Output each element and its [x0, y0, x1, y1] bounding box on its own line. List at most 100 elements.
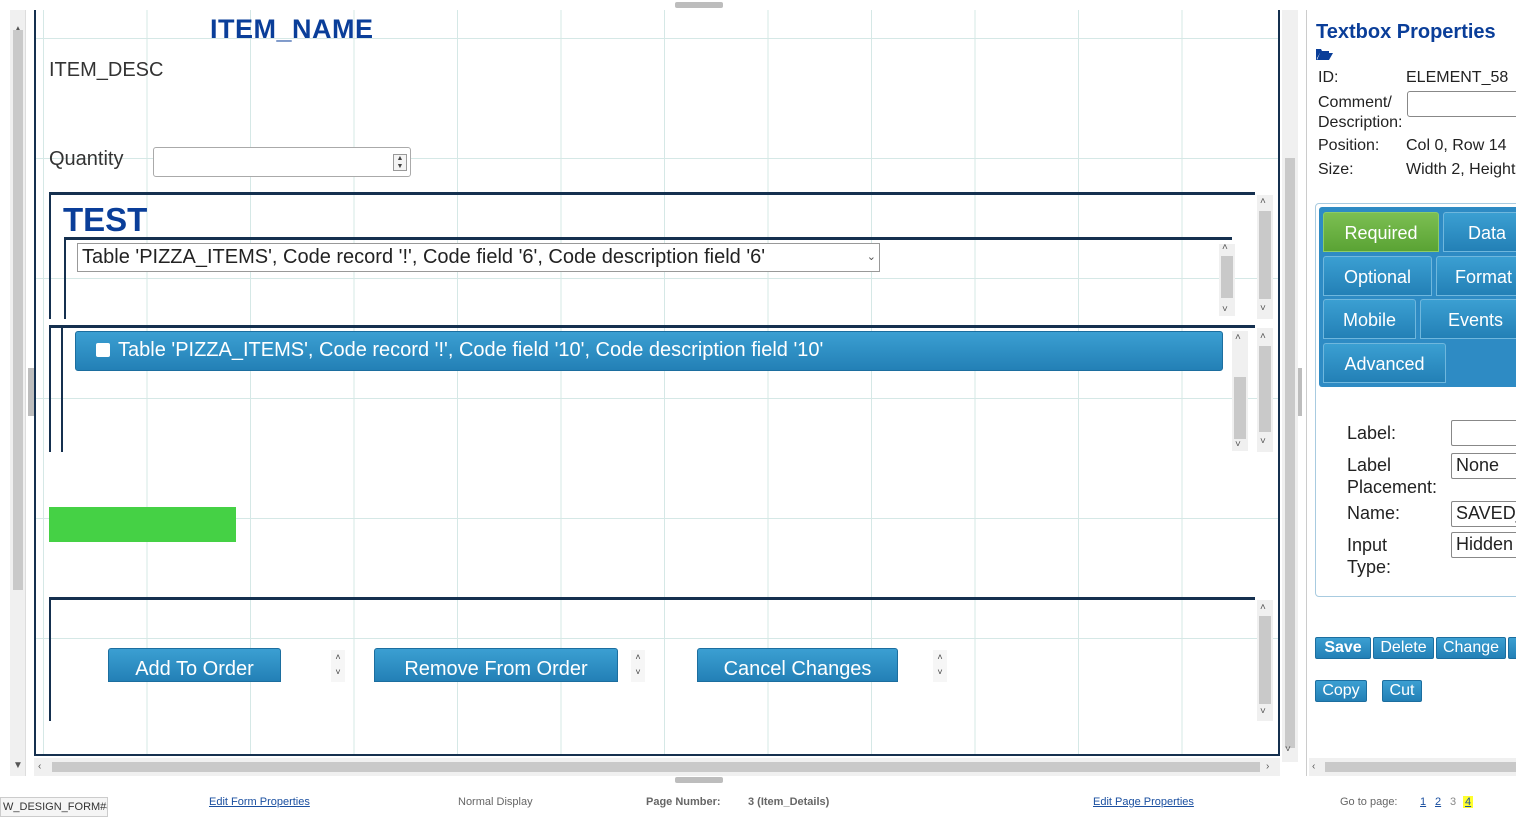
scroll-thumb[interactable] [1259, 211, 1271, 299]
copy-button[interactable]: Copy [1315, 680, 1367, 702]
status-bar: W_DESIGN_FORM#4 Edit Form Properties Nor… [0, 790, 1516, 818]
scroll-up-icon[interactable]: ˄ [1260, 331, 1266, 343]
scroll-down-icon[interactable]: ˅ [1260, 303, 1266, 315]
spinner-icon[interactable]: ˄ ˅ [631, 650, 645, 682]
quantity-label: Quantity [49, 148, 124, 170]
cut-button[interactable]: Cut [1382, 680, 1422, 702]
input-type-select[interactable]: Hidden [1451, 532, 1516, 558]
canvas-vertical-scrollbar[interactable]: ˅ [1282, 10, 1298, 762]
scroll-up-icon[interactable]: ˄ [1222, 242, 1228, 254]
scroll-thumb[interactable] [1221, 256, 1233, 298]
scroll-left-icon[interactable]: ‹ [1312, 761, 1315, 773]
scroll-thumb[interactable] [52, 762, 1260, 772]
tab-bar: Required Data Optional Format Mobile Eve… [1319, 207, 1516, 387]
position-value: Col 0, Row 14 [1406, 137, 1507, 154]
id-label: ID: [1318, 69, 1339, 86]
spinner-icon[interactable]: ˄ ˅ [331, 650, 345, 682]
scroll-thumb[interactable] [1234, 377, 1246, 439]
tab-required[interactable]: Required [1323, 212, 1439, 252]
chevron-down-icon: ⌄ [866, 251, 876, 263]
panel-scrollbar[interactable]: ˄ ˅ [1257, 600, 1273, 721]
input-type-value: Hidden [1456, 534, 1514, 554]
comment-label: Comment/ Description: [1318, 94, 1403, 131]
label-placement-value: None [1456, 455, 1500, 475]
label-field-label: Label: [1347, 423, 1397, 443]
canvas-horizontal-scrollbar[interactable]: ‹ › [34, 758, 1280, 776]
inner-scrollbar[interactable]: ˄ ˅ [1232, 331, 1248, 451]
panel-scrollbar[interactable]: ˄ ˅ [1257, 195, 1273, 319]
checklist-panel: Table 'PIZZA_ITEMS', Code record '!', Co… [49, 325, 1273, 452]
size-value: Width 2, Height [1406, 161, 1516, 178]
delete-button[interactable]: Delete [1373, 637, 1434, 659]
scroll-down-icon[interactable]: ˅ [1235, 439, 1241, 451]
page-link-2[interactable]: 2 [1435, 796, 1441, 808]
page-number-label: Page Number: [646, 796, 721, 808]
cancel-changes-button[interactable]: Cancel Changes [697, 648, 898, 682]
tab-advanced[interactable]: Advanced [1323, 343, 1446, 383]
green-status-bar[interactable] [49, 507, 236, 542]
quantity-stepper[interactable]: ▲ ▼ [153, 147, 411, 177]
comment-field[interactable] [1407, 91, 1516, 117]
scroll-down-icon[interactable]: ˅ [1222, 304, 1228, 316]
code-select-value: Table 'PIZZA_ITEMS', Code record '!', Co… [82, 246, 766, 268]
tab-data[interactable]: Data [1443, 212, 1516, 252]
scroll-thumb[interactable] [1259, 616, 1271, 704]
scroll-thumb[interactable] [13, 30, 23, 590]
scroll-thumb[interactable] [1285, 158, 1295, 748]
input-type-label: Input Type: [1347, 535, 1392, 577]
scroll-up-icon[interactable]: ˄ [1260, 602, 1266, 614]
scroll-thumb[interactable] [1259, 346, 1271, 432]
folder-open-icon[interactable] [1316, 48, 1333, 61]
tab-format[interactable]: Format [1436, 256, 1516, 296]
checkbox-icon[interactable] [96, 343, 110, 357]
save-button[interactable]: Save [1315, 637, 1371, 659]
checklist-item[interactable]: Table 'PIZZA_ITEMS', Code record '!', Co… [75, 331, 1223, 371]
edit-page-properties-link[interactable]: Edit Page Properties [1093, 796, 1194, 808]
page-link-4[interactable]: 4 [1463, 796, 1474, 808]
buttons-panel: Add To Order ˄ ˅ Remove From Order ˄ ˅ Can… [49, 597, 1273, 721]
properties-tabs: Required Data Optional Format Mobile Eve… [1315, 203, 1516, 597]
properties-horizontal-scrollbar[interactable]: ‹ [1309, 758, 1516, 776]
label-placement-select[interactable]: None [1451, 453, 1516, 479]
item-name-label: ITEM_NAME [210, 14, 374, 44]
scroll-down-icon[interactable]: ˅ [1260, 706, 1266, 718]
name-input[interactable]: SAVED_ [1451, 501, 1516, 527]
scroll-up-icon[interactable]: ˄ [1235, 332, 1241, 344]
test-panel-title: TEST [63, 201, 148, 238]
remove-from-order-button[interactable]: Remove From Order [374, 648, 618, 682]
code-select[interactable]: Table 'PIZZA_ITEMS', Code record '!', Co… [77, 243, 880, 272]
checklist-container: Table 'PIZZA_ITEMS', Code record '!', Co… [61, 328, 1248, 452]
tab-events[interactable]: Events [1420, 299, 1516, 339]
position-label: Position: [1318, 137, 1380, 154]
size-label: Size: [1318, 161, 1354, 178]
tab-mobile[interactable]: Mobile [1323, 299, 1416, 339]
checklist-item-label: Table 'PIZZA_ITEMS', Code record '!', Co… [118, 339, 824, 361]
scroll-up-icon[interactable]: ˄ [1260, 196, 1266, 208]
add-to-order-button[interactable]: Add To Order [108, 648, 281, 682]
tab-optional[interactable]: Optional [1323, 256, 1432, 296]
more-action-button[interactable] [1508, 637, 1516, 659]
scroll-down-icon[interactable]: ˅ [1260, 436, 1266, 448]
spinner-icon[interactable]: ▲ ▼ [393, 154, 407, 171]
inner-scrollbar[interactable]: ˄ ˅ [1219, 242, 1235, 316]
scroll-right-icon[interactable]: › [1266, 761, 1269, 773]
form-tab[interactable]: W_DESIGN_FORM#4 [0, 797, 108, 817]
page-link-1[interactable]: 1 [1420, 796, 1426, 808]
edit-form-properties-link[interactable]: Edit Form Properties [209, 796, 310, 808]
scroll-down-icon[interactable]: ˅ [1285, 744, 1291, 756]
bottom-resize-handle[interactable] [675, 777, 723, 783]
scroll-thumb[interactable] [1325, 762, 1516, 772]
spinner-icon[interactable]: ˄ ˅ [933, 650, 947, 682]
panel-scrollbar[interactable]: ˄ ˅ [1257, 328, 1273, 452]
label-input[interactable] [1451, 420, 1516, 446]
change-button[interactable]: Change [1436, 637, 1506, 659]
goto-page-label: Go to page: [1340, 796, 1398, 808]
top-resize-handle[interactable] [675, 2, 723, 8]
name-label: Name: [1347, 503, 1401, 523]
item-desc-label: ITEM_DESC [49, 59, 164, 81]
outer-vertical-scrollbar[interactable]: ▲ ▼ [10, 10, 26, 776]
page-link-3[interactable]: 3 [1450, 796, 1456, 808]
label-placement-label: Label Placement: [1347, 455, 1438, 497]
scroll-down-icon[interactable]: ▼ [13, 760, 23, 772]
scroll-left-icon[interactable]: ‹ [38, 761, 41, 773]
